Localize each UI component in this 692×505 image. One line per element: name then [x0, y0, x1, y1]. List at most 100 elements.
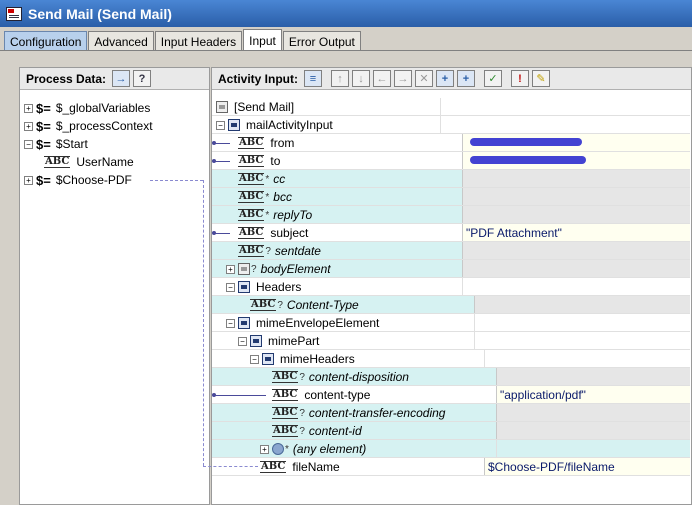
tree-row-cc[interactable]: ABC * cc: [212, 170, 690, 188]
tab-input[interactable]: Input: [243, 29, 282, 51]
expand-icon[interactable]: +: [24, 103, 33, 113]
process-data-title: Process Data:: [26, 71, 107, 86]
mapping-dashed-line: [150, 180, 203, 181]
tree-item-process-context[interactable]: + $= $_processContext: [24, 117, 153, 135]
move-left-button[interactable]: ←: [373, 70, 391, 87]
tab-error-output[interactable]: Error Output: [282, 31, 361, 51]
tree-row-bcc[interactable]: ABC * bcc: [212, 188, 690, 206]
expand-icon[interactable]: +: [260, 444, 269, 454]
tree-row-content-type[interactable]: ABC content-type "application/pdf": [212, 386, 690, 404]
move-down-button[interactable]: ↓: [352, 70, 370, 87]
arrow-down-icon: ↓: [358, 72, 364, 85]
optional-string-icon: ABC: [272, 407, 299, 419]
tree-row-body-element[interactable]: + ? bodyElement: [212, 260, 690, 278]
complex-type-icon: [238, 263, 250, 275]
bcc-value-field[interactable]: [462, 188, 690, 205]
optional-string-icon: ABC: [238, 173, 265, 185]
tree-row-file-name[interactable]: ABC fileName $Choose-PDF/fileName: [212, 458, 690, 476]
warning-icon: !: [518, 72, 522, 85]
tab-configuration[interactable]: Configuration: [4, 31, 88, 51]
tree-row-content-id[interactable]: ABC? content-id: [212, 422, 690, 440]
content-type-value-field[interactable]: "application/pdf": [496, 386, 690, 403]
tree-row-content-type-header[interactable]: ABC? Content-Type: [212, 296, 690, 314]
tree-row-reply-to[interactable]: ABC * replyTo: [212, 206, 690, 224]
complex-type-icon: [262, 353, 274, 365]
pencil-icon: ✎: [536, 73, 546, 85]
content-id-value-field[interactable]: [496, 422, 690, 439]
variable-icon: $=: [36, 136, 51, 152]
expand-icon[interactable]: +: [24, 175, 33, 185]
tree-row-mail-activity-input[interactable]: − mailActivityInput: [212, 116, 690, 134]
tree-item-global-variables[interactable]: + $= $_globalVariables: [24, 99, 150, 117]
mapping-line-from: [214, 143, 230, 144]
tree-row-content-disposition[interactable]: ABC? content-disposition: [212, 368, 690, 386]
arrow-up-icon: ↑: [337, 72, 343, 85]
mapping-dashed-line: [203, 180, 204, 466]
variable-icon: $=: [36, 118, 51, 134]
tree-item-start[interactable]: − $= $Start: [24, 135, 88, 153]
mapping-line-subject: [214, 233, 230, 234]
delete-button[interactable]: ✕: [415, 70, 433, 87]
help-button[interactable]: ?: [133, 70, 152, 87]
reply-to-value-field[interactable]: [462, 206, 690, 223]
tree-row-subject[interactable]: ABC subject "PDF Attachment": [212, 224, 690, 242]
tab-advanced[interactable]: Advanced: [88, 31, 154, 51]
expand-icon[interactable]: +: [24, 121, 33, 131]
content-transfer-encoding-value-field[interactable]: [496, 404, 690, 421]
collapse-icon[interactable]: −: [24, 139, 33, 149]
map-arrow-button[interactable]: →: [112, 70, 131, 87]
tree-row-any-element[interactable]: + * (any element): [212, 440, 690, 458]
variable-icon: $=: [36, 100, 51, 116]
add-sibling-icon: +: [462, 72, 470, 85]
tree-row-from[interactable]: ABC from: [212, 134, 690, 152]
add-child-button[interactable]: +: [436, 70, 454, 87]
window-title-bar: Send Mail (Send Mail): [0, 0, 692, 27]
tree-row-mime-headers[interactable]: − mimeHeaders: [212, 350, 690, 368]
content-disposition-value-field[interactable]: [496, 368, 690, 385]
validate-button[interactable]: ✓: [484, 70, 502, 87]
tree-item-choose-pdf[interactable]: + $= $Choose-PDF: [24, 171, 132, 189]
error-button[interactable]: !: [511, 70, 529, 87]
collapse-icon[interactable]: −: [238, 336, 247, 346]
mapping-dot: [212, 393, 216, 397]
tree-row-mime-envelope-element[interactable]: − mimeEnvelopeElement: [212, 314, 690, 332]
tree-row-sentdate[interactable]: ABC? sentdate: [212, 242, 690, 260]
content-type-header-value-field[interactable]: [474, 296, 690, 313]
delete-icon: ✕: [419, 73, 429, 85]
send-mail-icon: [6, 6, 22, 21]
string-type-icon: ABC: [238, 137, 265, 149]
complex-type-icon: [238, 317, 250, 329]
sentdate-value-field[interactable]: [462, 242, 690, 259]
collapse-icon[interactable]: −: [226, 282, 235, 292]
activity-input-title: Activity Input:: [218, 71, 298, 86]
move-up-button[interactable]: ↑: [331, 70, 349, 87]
collapse-icon[interactable]: −: [250, 354, 259, 364]
move-right-button[interactable]: →: [394, 70, 412, 87]
arrow-right-icon: →: [397, 72, 409, 85]
subject-value-field[interactable]: "PDF Attachment": [462, 224, 690, 241]
string-type-icon: ABC: [272, 389, 299, 401]
mapping-dot: [212, 159, 216, 163]
cc-value-field[interactable]: [462, 170, 690, 187]
arrow-right-icon: →: [115, 72, 127, 85]
optional-string-icon: ABC: [238, 191, 265, 203]
tree-row-to[interactable]: ABC to: [212, 152, 690, 170]
expand-icon[interactable]: +: [226, 264, 235, 274]
tab-input-headers[interactable]: Input Headers: [154, 31, 243, 51]
show-edit-button[interactable]: ≡: [304, 70, 322, 87]
list-icon: ≡: [309, 72, 317, 85]
edit-button[interactable]: ✎: [532, 70, 550, 87]
body-element-value-field[interactable]: [462, 260, 690, 277]
tree-row-mime-part[interactable]: − mimePart: [212, 332, 690, 350]
tree-row-headers[interactable]: − Headers: [212, 278, 690, 296]
redacted-email-scribble: [470, 156, 586, 164]
optional-string-icon: ABC: [272, 371, 299, 383]
mapping-line-content-type: [214, 395, 266, 396]
collapse-icon[interactable]: −: [216, 120, 225, 130]
file-name-value-field[interactable]: $Choose-PDF/fileName: [484, 458, 690, 475]
add-sibling-button[interactable]: +: [457, 70, 475, 87]
tree-row-content-transfer-encoding[interactable]: ABC? content-transfer-encoding: [212, 404, 690, 422]
tree-row-send-mail[interactable]: [Send Mail]: [212, 98, 690, 116]
tree-item-username[interactable]: ABC UserName: [44, 153, 134, 171]
collapse-icon[interactable]: −: [226, 318, 235, 328]
